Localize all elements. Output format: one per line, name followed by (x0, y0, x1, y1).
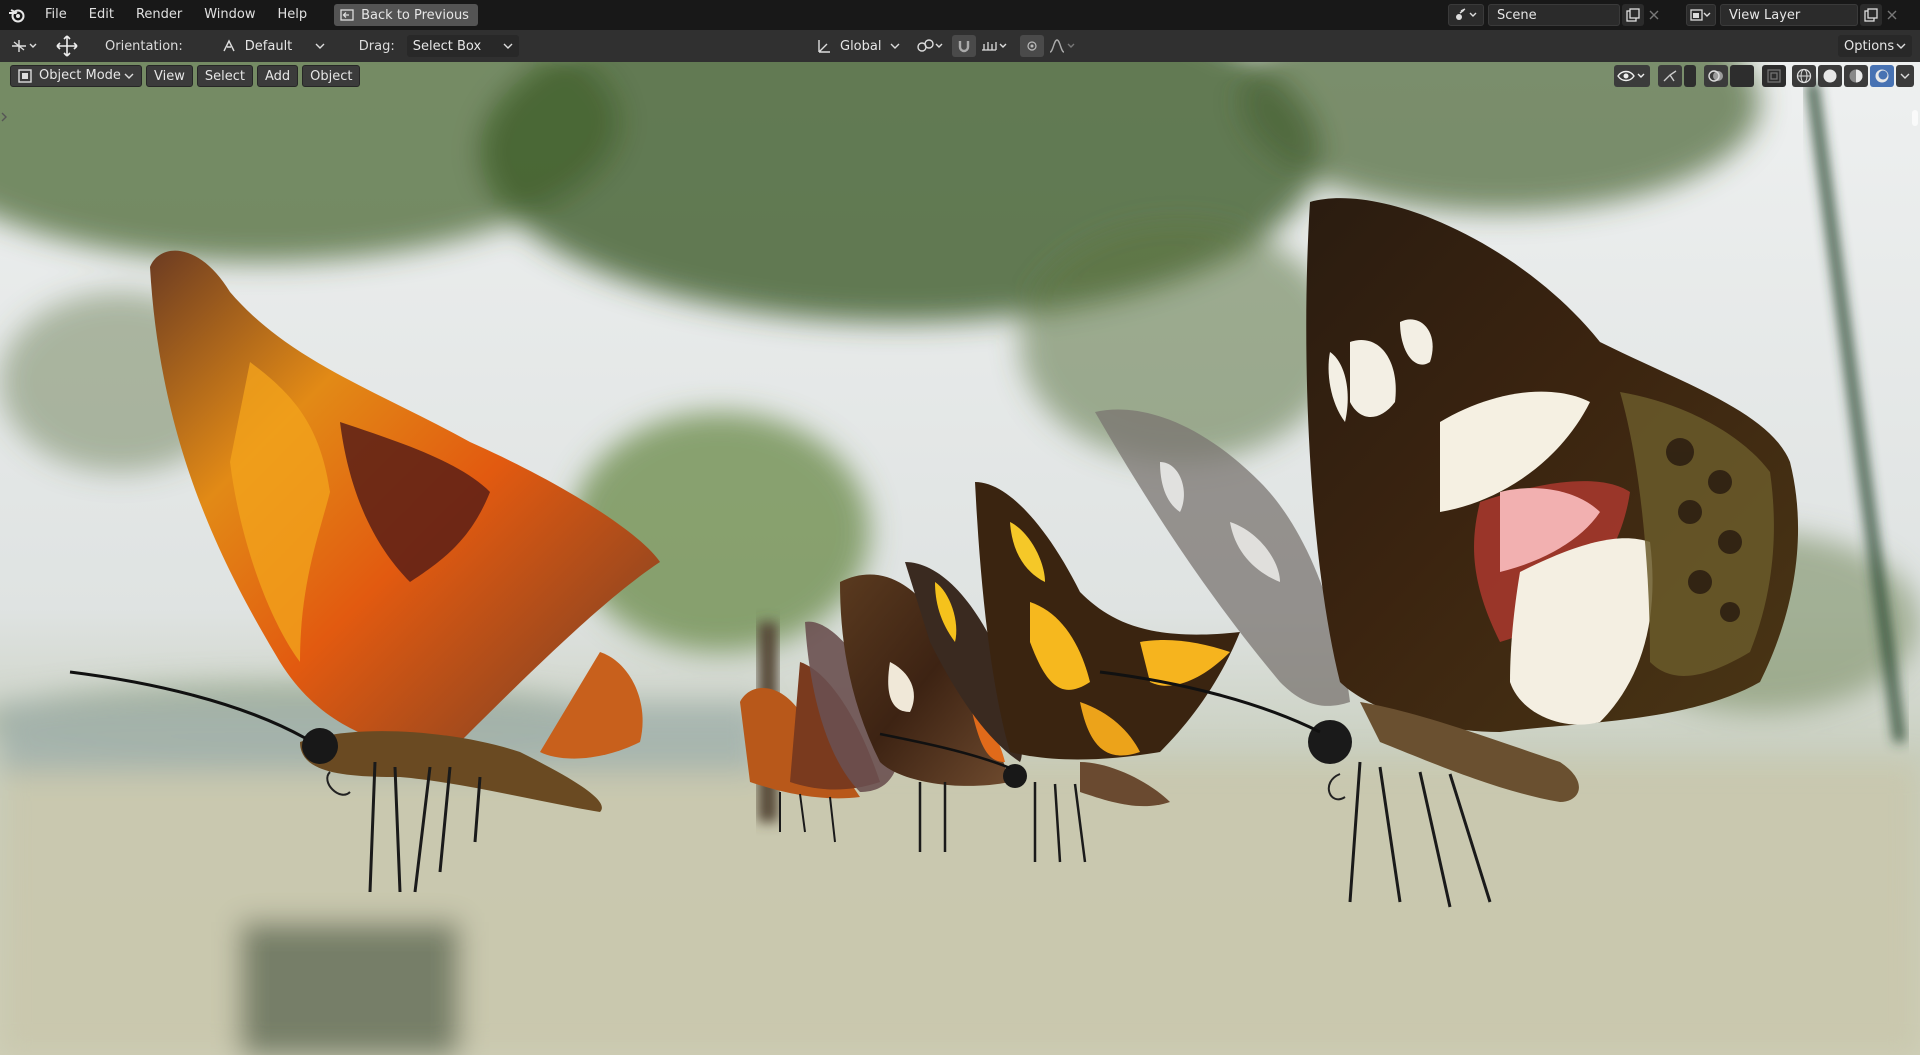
new-scene-button[interactable] (1622, 4, 1644, 26)
material-preview-icon (1849, 69, 1863, 83)
solid-shading-button[interactable] (1818, 65, 1842, 87)
orientation-icon (223, 39, 235, 52)
blender-logo-icon[interactable] (0, 0, 34, 30)
view-layer-icon (1690, 9, 1711, 21)
view-layer-browse-button[interactable] (1686, 4, 1716, 26)
rendered-shading-button[interactable] (1870, 65, 1894, 87)
view-layer-name-field[interactable]: View Layer (1720, 4, 1858, 26)
scene-browse-button[interactable] (1448, 4, 1484, 26)
viewport-header: Object Mode View Select Add Object (10, 65, 361, 87)
options-dropdown[interactable]: Options (1838, 35, 1912, 57)
viewport-shading-controls (1614, 65, 1914, 87)
chevron-down-icon (315, 43, 325, 49)
chevron-down-icon (1896, 43, 1906, 49)
object-mode-label: Object Mode (39, 68, 121, 83)
orientation-label: Orientation: (105, 38, 183, 54)
scene-name-field[interactable]: Scene (1488, 4, 1620, 26)
object-mode-icon (18, 69, 32, 83)
3d-viewport[interactable]: Object Mode View Select Add Object (0, 62, 1920, 1055)
gizmo-toggle[interactable] (1658, 65, 1682, 87)
pivot-point-dropdown[interactable] (914, 35, 948, 57)
object-mode-dropdown[interactable]: Object Mode (10, 65, 142, 87)
top-bar: File Edit Render Window Help Back to Pre… (0, 0, 1920, 30)
viewport-scrollbar[interactable] (1912, 110, 1918, 126)
menu-window[interactable]: Window (193, 0, 266, 30)
chevron-down-icon (890, 43, 900, 49)
drag-label: Drag: (358, 38, 395, 54)
transform-space-value: Global (840, 38, 882, 54)
material-preview-button[interactable] (1844, 65, 1868, 87)
overlays-dropdown[interactable] (1730, 65, 1754, 87)
snap-target-dropdown[interactable] (978, 35, 1012, 57)
menu-render[interactable]: Render (125, 0, 193, 30)
proportional-falloff-dropdown[interactable] (1046, 35, 1080, 57)
shading-options-dropdown[interactable] (1896, 65, 1914, 87)
drag-dropdown[interactable]: Select Box (406, 35, 519, 57)
overlays-icon (1708, 70, 1723, 82)
chevron-down-icon (1900, 73, 1910, 79)
magnet-icon (958, 41, 970, 53)
gizmo-icon (1663, 70, 1677, 82)
back-to-previous-label: Back to Previous (361, 7, 469, 23)
options-label: Options (1844, 38, 1895, 54)
falloff-curve-icon (1049, 39, 1075, 53)
tool-settings-bar: Orientation: Default Drag: Select Box Gl… (0, 30, 1920, 62)
add-menu[interactable]: Add (256, 65, 299, 87)
duplicate-icon (1626, 8, 1640, 22)
move-tool-button[interactable] (52, 35, 82, 57)
toolbar-expand-arrow-icon[interactable] (0, 112, 8, 122)
chevron-down-icon (124, 73, 134, 79)
close-icon (1887, 10, 1897, 20)
new-view-layer-button[interactable] (1860, 4, 1882, 26)
scene-selector: Scene (1448, 3, 1664, 27)
view-menu[interactable]: View (146, 65, 193, 87)
view-layer-selector: View Layer (1686, 3, 1902, 27)
select-menu[interactable]: Select (196, 65, 253, 87)
transform-orientation-dropdown[interactable]: Global (810, 35, 906, 57)
snap-increment-icon (982, 42, 1007, 51)
delete-scene-button[interactable] (1644, 4, 1664, 26)
menu-file[interactable]: File (34, 0, 78, 30)
xray-toggle[interactable] (1762, 65, 1786, 87)
duplicate-icon (1864, 8, 1878, 22)
object-menu[interactable]: Object (302, 65, 361, 87)
wireframe-shading-button[interactable] (1792, 65, 1816, 87)
gizmo-dropdown[interactable] (1684, 65, 1696, 87)
solid-shading-icon (1823, 69, 1837, 83)
orientation-dropdown[interactable]: Default (215, 35, 331, 57)
menu-edit[interactable]: Edit (78, 0, 125, 30)
back-to-previous-button[interactable]: Back to Previous (334, 4, 478, 26)
eye-icon (1617, 70, 1645, 82)
orientation-value: Default (244, 38, 293, 54)
scene-render (0, 62, 1920, 1055)
transform-pivot-dropdown[interactable] (8, 35, 42, 57)
wireframe-icon (1796, 68, 1812, 84)
close-icon (1649, 10, 1659, 20)
overlays-toggle[interactable] (1704, 65, 1728, 87)
drag-value: Select Box (412, 38, 482, 54)
snap-grid-icon (12, 40, 37, 52)
global-axes-icon (818, 40, 830, 53)
xray-icon (1767, 69, 1781, 83)
proportional-dot-icon (1027, 41, 1037, 51)
pivot-link-icon (917, 39, 943, 52)
rendered-shading-icon (1875, 69, 1889, 83)
delete-view-layer-button[interactable] (1882, 4, 1902, 26)
back-icon (340, 9, 354, 21)
menu-help[interactable]: Help (267, 0, 319, 30)
scene-icon (1456, 8, 1477, 20)
snap-toggle-button[interactable] (952, 35, 976, 57)
move-icon (56, 35, 78, 57)
visibility-dropdown[interactable] (1614, 65, 1650, 87)
chevron-down-icon (503, 43, 513, 49)
proportional-editing-toggle[interactable] (1020, 35, 1044, 57)
